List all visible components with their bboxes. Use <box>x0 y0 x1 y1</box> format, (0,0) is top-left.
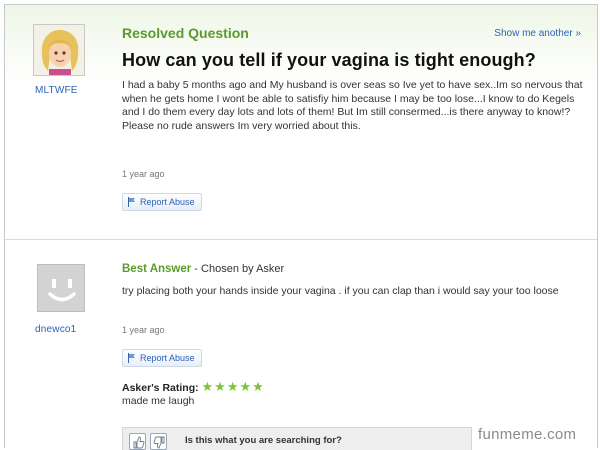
flag-icon <box>128 353 135 363</box>
question-body: I had a baby 5 months ago and My husband… <box>122 79 583 132</box>
answer-body: try placing both your hands inside your … <box>122 285 559 297</box>
resolved-status-heading: Resolved Question <box>122 25 249 41</box>
default-smiley-avatar-icon[interactable] <box>37 264 85 312</box>
search-feedback-question: Is this what you are searching for? <box>185 435 342 446</box>
asker-rating: Asker's Rating: ★★★★★ <box>122 379 265 395</box>
watermark-text: funmeme.com <box>478 426 577 443</box>
asker-username[interactable]: MLTWFE <box>35 85 78 96</box>
question-title: How can you tell if your vagina is tight… <box>122 50 536 70</box>
report-abuse-label: Report Abuse <box>140 197 195 207</box>
chosen-by-label: - Chosen by Asker <box>191 263 285 275</box>
rating-stars: ★★★★★ <box>201 379 265 394</box>
answer-timestamp: 1 year ago <box>122 325 165 335</box>
rating-label: Asker's Rating: <box>122 382 199 394</box>
question-page: MLTWFE Resolved Question Show me another… <box>4 4 598 450</box>
show-another-link[interactable]: Show me another » <box>494 28 581 39</box>
question-timestamp: 1 year ago <box>122 169 165 179</box>
rating-comment: made me laugh <box>122 395 195 407</box>
search-feedback-bar: Is this what you are searching for? <box>122 427 472 450</box>
best-answer-heading: Best Answer - Chosen by Asker <box>122 263 284 275</box>
section-divider <box>5 239 597 240</box>
thumbs-down-icon[interactable] <box>150 433 167 450</box>
flag-icon <box>128 197 135 207</box>
question-section: MLTWFE Resolved Question Show me another… <box>5 5 597 237</box>
answer-report-abuse-button[interactable]: Report Abuse <box>122 349 202 367</box>
best-answer-label: Best Answer <box>122 263 192 275</box>
thumbs-up-icon[interactable] <box>129 433 146 450</box>
report-abuse-button[interactable]: Report Abuse <box>122 193 202 211</box>
cartoon-avatar-icon[interactable] <box>33 24 85 76</box>
report-abuse-label: Report Abuse <box>140 353 195 363</box>
answerer-username[interactable]: dnewco1 <box>35 324 76 335</box>
